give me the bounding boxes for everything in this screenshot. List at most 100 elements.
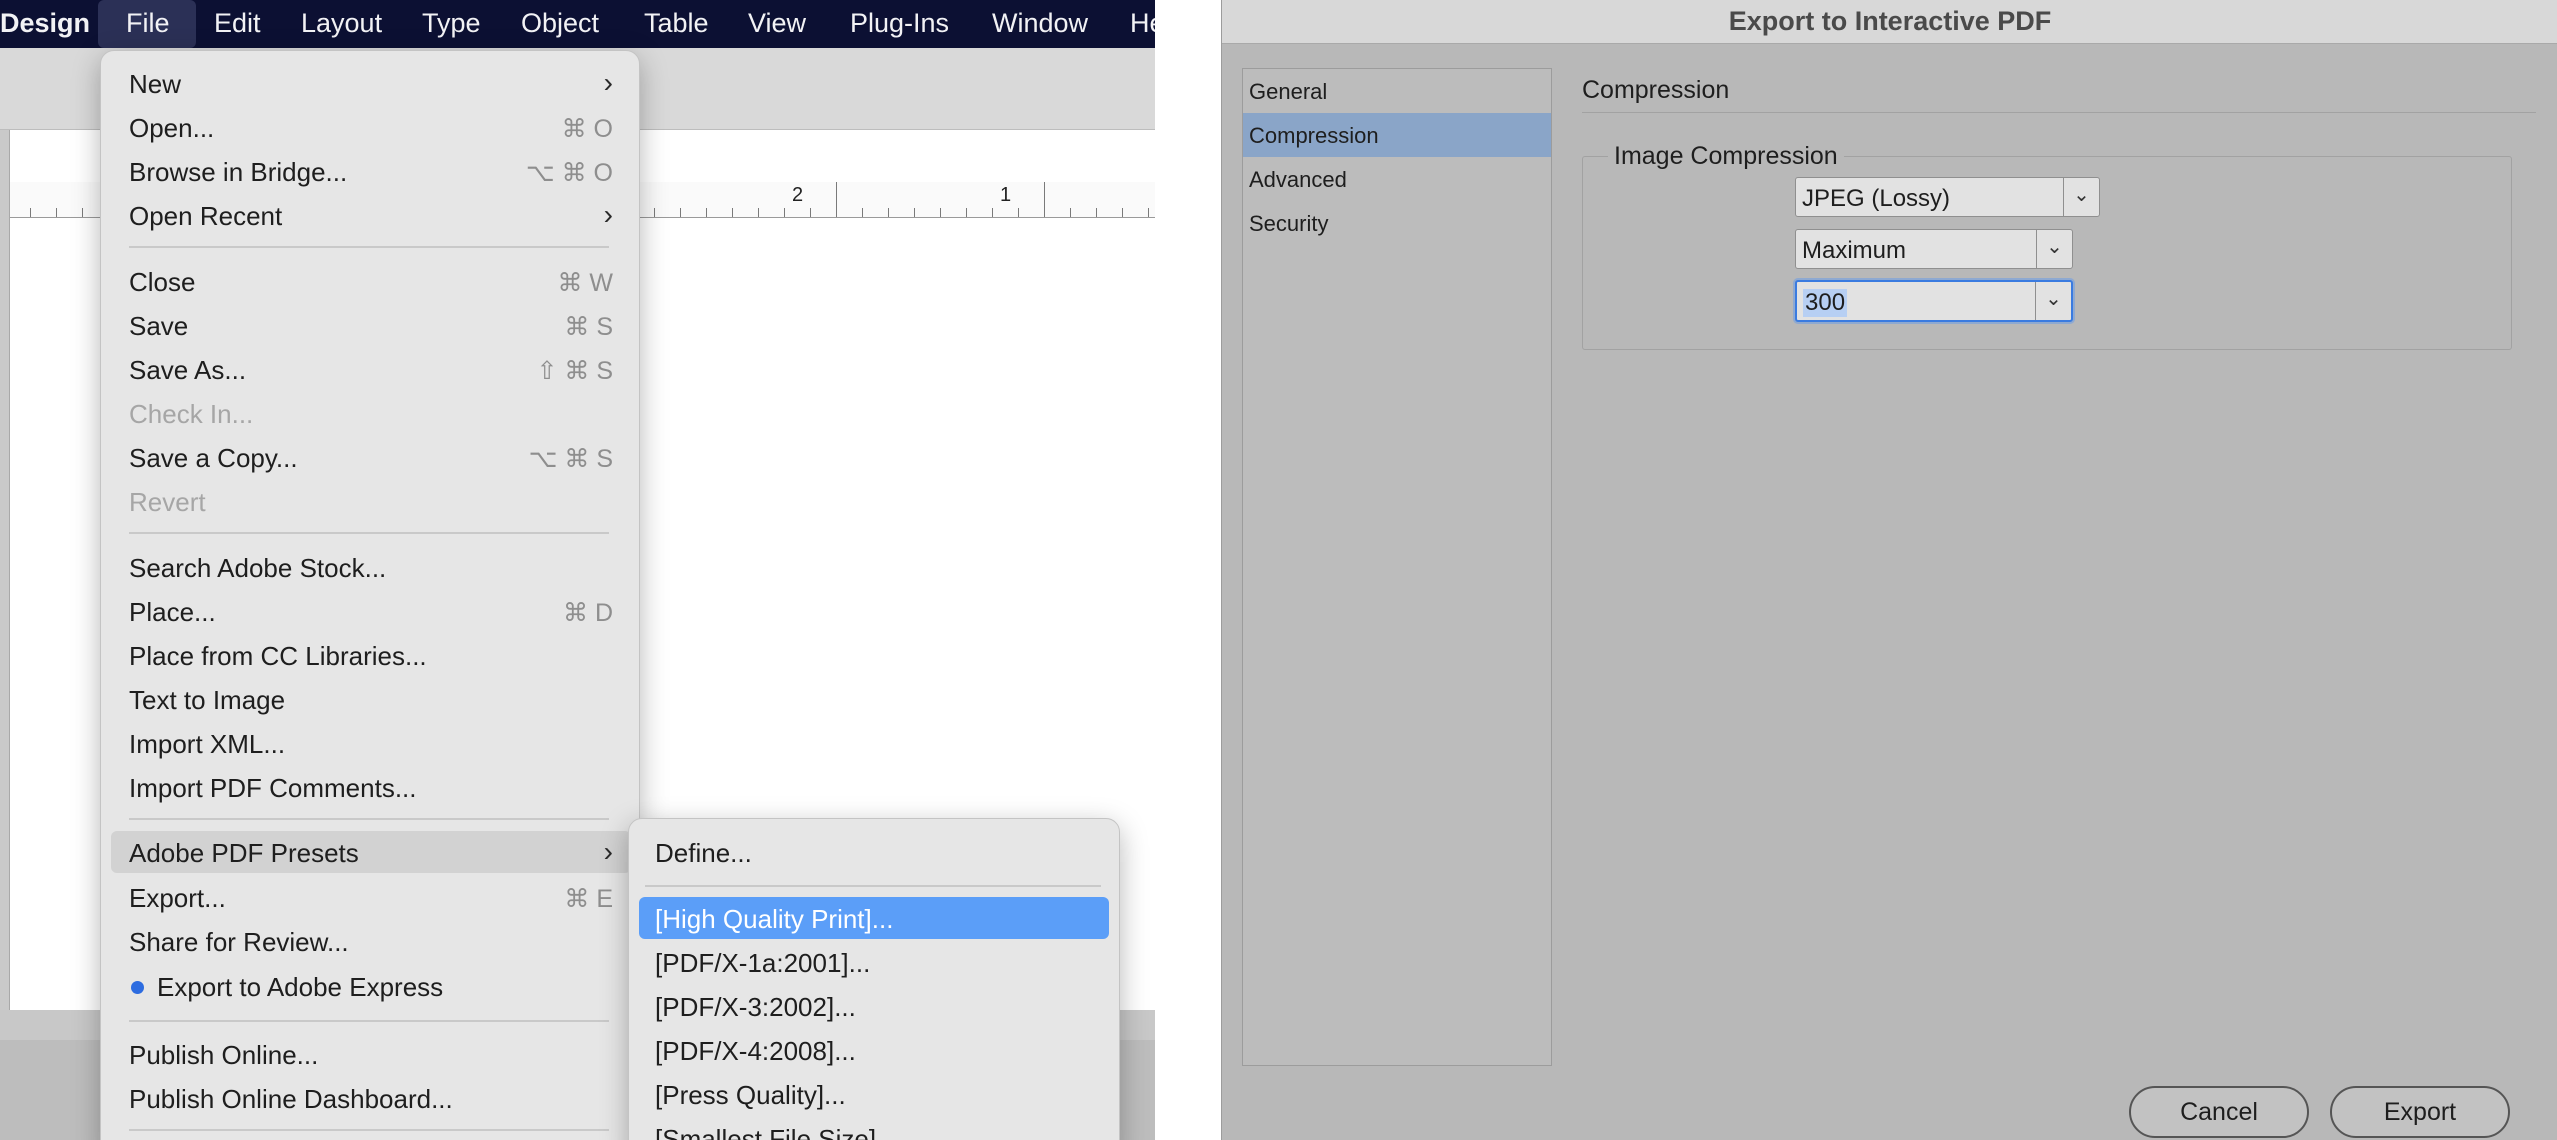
menu-table[interactable]: Table [640,0,713,48]
menu-item-open[interactable]: Open... ⌘ O [111,107,631,147]
menu-item-open-recent[interactable]: Open Recent › [111,195,631,235]
submenu-item-smallest-file-size[interactable]: [Smallest File Size]... [639,1117,1109,1140]
menu-item-label: Save a Copy... [129,443,298,473]
submenu-item-pdf-x-1a-2001[interactable]: [PDF/X-1a:2001]... [639,941,1109,983]
ruler-label: 1 [1000,184,1012,206]
menu-item-search-adobe-stock[interactable]: Search Adobe Stock... [111,547,631,587]
shortcut: ⌥ ⌘ S [528,445,613,473]
menu-item-label: Revert [129,487,206,517]
cancel-button[interactable]: Cancel [2129,1086,2309,1138]
chevron-down-icon: ⌄ [2063,178,2099,216]
submenu-item-define[interactable]: Define... [639,831,1109,873]
menu-separator [129,818,609,820]
category-advanced[interactable]: Advanced [1243,157,1551,201]
ruler-tick [810,208,811,217]
menu-item-import-xml[interactable]: Import XML... [111,723,631,763]
menu-item-label: Text to Image [129,685,286,715]
menu-item-label: Adobe PDF Presets [129,838,359,868]
menu-item-import-pdf-comments[interactable]: Import PDF Comments... [111,767,631,807]
menu-item-label: Open... [129,113,215,143]
pdf-presets-submenu: Define... [High Quality Print]... [PDF/X… [628,818,1120,1140]
ruler-tick [940,208,941,217]
menu-item-save-a-copy[interactable]: Save a Copy... ⌥ ⌘ S [111,437,631,477]
chevron-down-icon: ⌄ [2035,282,2071,320]
menu-item-check-in: Check In... [111,393,631,433]
menu-item-new[interactable]: New › [111,63,631,103]
compression-select[interactable]: JPEG (Lossy) ⌄ [1795,177,2100,217]
menu-item-label: Browse in Bridge... [129,157,348,187]
menu-item-close[interactable]: Close ⌘ W [111,261,631,301]
ruler-tick [1044,182,1045,217]
menu-help[interactable]: He [1126,0,1155,48]
file-menu: New › Open... ⌘ O Browse in Bridge... ⌥ … [100,50,640,1140]
menu-file[interactable]: File [98,0,196,48]
jpeg-quality-select[interactable]: Maximum ⌄ [1795,229,2073,269]
ruler-tick [654,208,655,217]
menu-item-label: Save As... [129,355,247,385]
menu-item-save[interactable]: Save ⌘ S [111,305,631,345]
submenu-item-label: [Smallest File Size]... [655,1124,898,1140]
menu-plug-ins[interactable]: Plug-Ins [846,0,953,48]
menu-item-place[interactable]: Place... ⌘ D [111,591,631,631]
submenu-item-press-quality[interactable]: [Press Quality]... [639,1073,1109,1115]
shortcut: ⌥ ⌘ O [525,159,613,187]
shortcut: ⌘ S [564,313,613,341]
pasteboard-edge [0,130,10,1030]
menu-object[interactable]: Object [517,0,603,48]
menu-edit[interactable]: Edit [210,0,265,48]
submenu-item-high-quality-print[interactable]: [High Quality Print]... [639,897,1109,939]
menu-item-label: Check In... [129,399,254,429]
menu-item-label: Publish Online... [129,1040,319,1070]
ruler-tick [888,208,889,217]
menu-item-save-as[interactable]: Save As... ⇧ ⌘ S [111,349,631,389]
ruler-tick [1148,208,1149,217]
ruler-tick [914,208,915,217]
menu-type[interactable]: Type [418,0,485,48]
submenu-item-pdf-x-3-2002[interactable]: [PDF/X-3:2002]... [639,985,1109,1027]
menu-item-browse-in-bridge[interactable]: Browse in Bridge... ⌥ ⌘ O [111,151,631,191]
menu-item-place-from-cc-libraries[interactable]: Place from CC Libraries... [111,635,631,675]
dialog-title: Export to Interactive PDF [1728,6,2052,36]
ruler-tick [1096,208,1097,217]
select-value: Maximum [1802,237,1907,264]
menu-item-publish-online-dashboard[interactable]: Publish Online Dashboard... [111,1078,631,1118]
menu-item-export-to-adobe-express[interactable]: Export to Adobe Express [111,966,631,1006]
menu-item-label: New [129,69,182,99]
menu-item-label: Publish Online Dashboard... [129,1084,453,1114]
menu-item-adobe-pdf-presets[interactable]: Adobe PDF Presets › [111,831,631,873]
menu-layout[interactable]: Layout [297,0,386,48]
menu-item-export[interactable]: Export... ⌘ E [111,877,631,917]
export-button[interactable]: Export [2330,1086,2510,1138]
app-menu[interactable]: Design [0,0,94,48]
category-list: General Compression Advanced Security [1242,68,1552,1066]
indesign-window: Design File Edit Layout Type Object Tabl… [0,0,1155,1140]
menu-item-label: Save [129,311,189,341]
resolution-combobox[interactable]: 300 ⌄ [1795,280,2073,322]
menu-view[interactable]: View [744,0,810,48]
submenu-item-pdf-x-4-2008[interactable]: [PDF/X-4:2008]... [639,1029,1109,1071]
shortcut: ⇧ ⌘ S [536,357,613,385]
category-compression[interactable]: Compression [1243,113,1551,157]
ruler-tick [30,208,31,217]
menu-item-publish-online[interactable]: Publish Online... [111,1034,631,1074]
submenu-item-label: [PDF/X-3:2002]... [655,992,856,1022]
category-security[interactable]: Security [1243,201,1551,245]
menu-item-label: Place... [129,597,216,627]
section-title: Compression [1582,76,1730,104]
menu-item-label: Share for Review... [129,927,349,957]
menu-window[interactable]: Window [988,0,1092,48]
ruler-tick [56,208,57,217]
menu-item-label: Import PDF Comments... [129,773,417,803]
menu-item-share-for-review[interactable]: Share for Review... [111,921,631,961]
submenu-item-label: [PDF/X-1a:2001]... [655,948,871,978]
ruler-tick [706,208,707,217]
menu-item-label: Place from CC Libraries... [129,641,427,671]
export-dialog-screen: Export to Interactive PDF General Compre… [1155,0,2557,1140]
ruler-tick [966,208,967,217]
category-general[interactable]: General [1243,69,1551,113]
menu-item-label: Search Adobe Stock... [129,553,387,583]
menu-item-label: Export... [129,883,226,913]
menu-item-text-to-image[interactable]: Text to Image [111,679,631,719]
category-label: General [1249,79,1328,104]
menu-item-label: Import XML... [129,729,286,759]
